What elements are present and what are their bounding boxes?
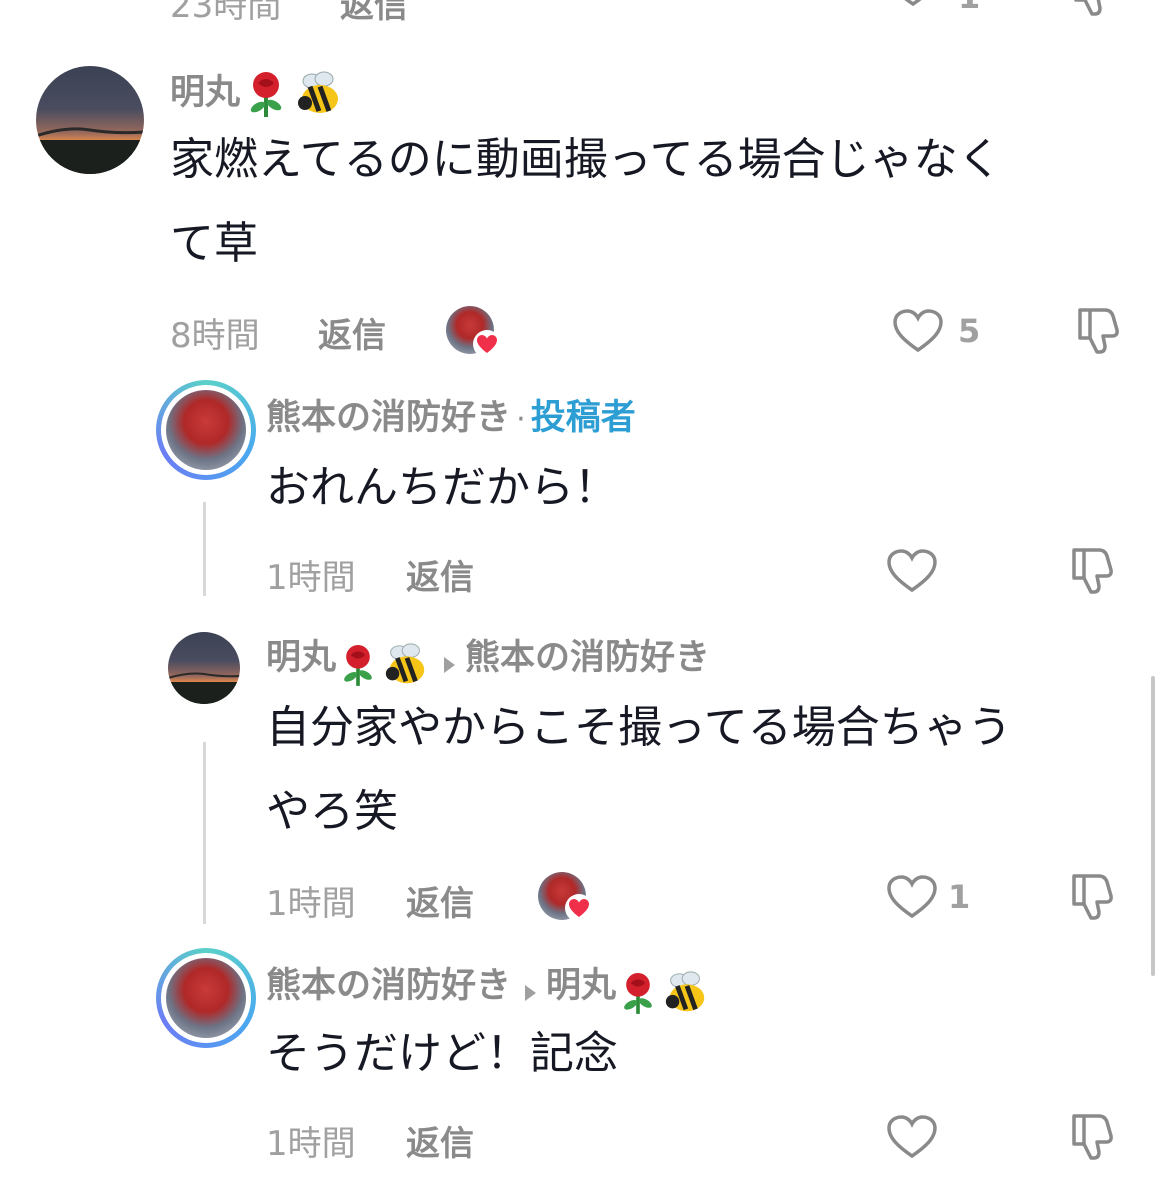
comment-time: 23時間 <box>170 0 282 26</box>
username-text: 明丸 <box>170 73 241 113</box>
reply-time: 1時間 <box>266 1124 356 1164</box>
reply-text-line: やろ笑 <box>266 786 398 837</box>
reply-button[interactable]: 返信 <box>406 876 474 925</box>
creator-liked-badge <box>538 872 594 924</box>
reply-username[interactable]: 明丸 <box>266 638 336 678</box>
bee-emoji <box>662 969 710 1017</box>
dislike-icon[interactable] <box>1068 872 1116 922</box>
rose-emoji <box>244 69 288 119</box>
heart-outline-icon[interactable] <box>886 548 938 594</box>
bee-emoji <box>382 641 430 689</box>
reply-to-arrow-icon <box>525 984 537 1001</box>
ring-inner <box>161 953 251 1043</box>
reply-to-username[interactable]: 明丸 <box>546 966 616 1006</box>
like-count: 5 <box>958 312 981 350</box>
reply-to-username[interactable]: 熊本の消防好き <box>465 638 710 678</box>
rose-emoji <box>338 641 378 689</box>
heart-filled-icon <box>472 330 502 358</box>
reply-time: 1時間 <box>266 558 356 598</box>
scrollbar[interactable] <box>1151 676 1155 976</box>
story-ring-avatar[interactable] <box>156 380 256 480</box>
reply-button[interactable]: 返信 <box>406 550 474 599</box>
avatar <box>166 958 246 1038</box>
comment-text: 家燃えてるのに動画撮ってる場合じゃなく て草 <box>170 118 1130 286</box>
reply-username[interactable]: 熊本の消防好き <box>266 398 511 438</box>
reply-button[interactable]: 返信 <box>340 0 408 27</box>
dislike-icon[interactable] <box>1074 306 1122 356</box>
comment-time: 8時間 <box>170 316 260 356</box>
author-tag: 投稿者 <box>530 398 636 438</box>
ring-inner <box>161 385 251 475</box>
separator-dot: · <box>516 402 526 437</box>
comment-username[interactable]: 明丸 <box>170 68 344 118</box>
thread-line <box>203 502 206 596</box>
thread-line <box>203 742 206 924</box>
like-count: 1 <box>948 878 971 916</box>
reply-header: 明丸 熊本の消防好き <box>266 632 710 686</box>
heart-outline-icon[interactable] <box>886 1114 938 1160</box>
dislike-icon[interactable] <box>1068 546 1116 596</box>
reply-text: おれんちだから！ <box>266 462 618 513</box>
rose-emoji <box>618 969 658 1017</box>
reply-username[interactable]: 熊本の消防好き <box>266 966 511 1006</box>
reply-time: 1時間 <box>266 884 356 924</box>
reply-button[interactable]: 返信 <box>406 1116 474 1165</box>
reply-text: そうだけど！記念 <box>266 1028 618 1079</box>
reply-text-line: 自分家やからこそ撮ってる場合ちゃう <box>266 702 1012 753</box>
dislike-icon[interactable] <box>1068 1112 1116 1162</box>
story-ring-avatar[interactable] <box>156 948 256 1048</box>
comment-text-line: て草 <box>170 218 258 269</box>
heart-outline-icon[interactable] <box>888 0 938 8</box>
heart-outline-icon[interactable] <box>892 308 944 354</box>
reply-text: 自分家やからこそ撮ってる場合ちゃう やろ笑 <box>266 686 1146 854</box>
comment-text-line: 家燃えてるのに動画撮ってる場合じゃなく <box>170 134 1002 185</box>
reply-to-arrow-icon <box>444 656 456 673</box>
reply-header: 熊本の消防好き 明丸 <box>266 960 710 1014</box>
like-count: 1 <box>958 0 980 16</box>
avatar[interactable] <box>168 632 240 704</box>
top-partial-row: 23時間 返信 1 <box>170 0 1150 26</box>
bee-emoji <box>294 69 344 119</box>
avatar <box>166 390 246 470</box>
reply-header: 熊本の消防好き · 投稿者 <box>266 393 636 443</box>
avatar[interactable] <box>36 66 144 174</box>
heart-outline-icon[interactable] <box>886 874 938 920</box>
dislike-icon[interactable] <box>1070 0 1116 18</box>
reply-button[interactable]: 返信 <box>318 308 386 357</box>
creator-liked-badge <box>446 306 502 358</box>
heart-filled-icon <box>564 894 594 922</box>
